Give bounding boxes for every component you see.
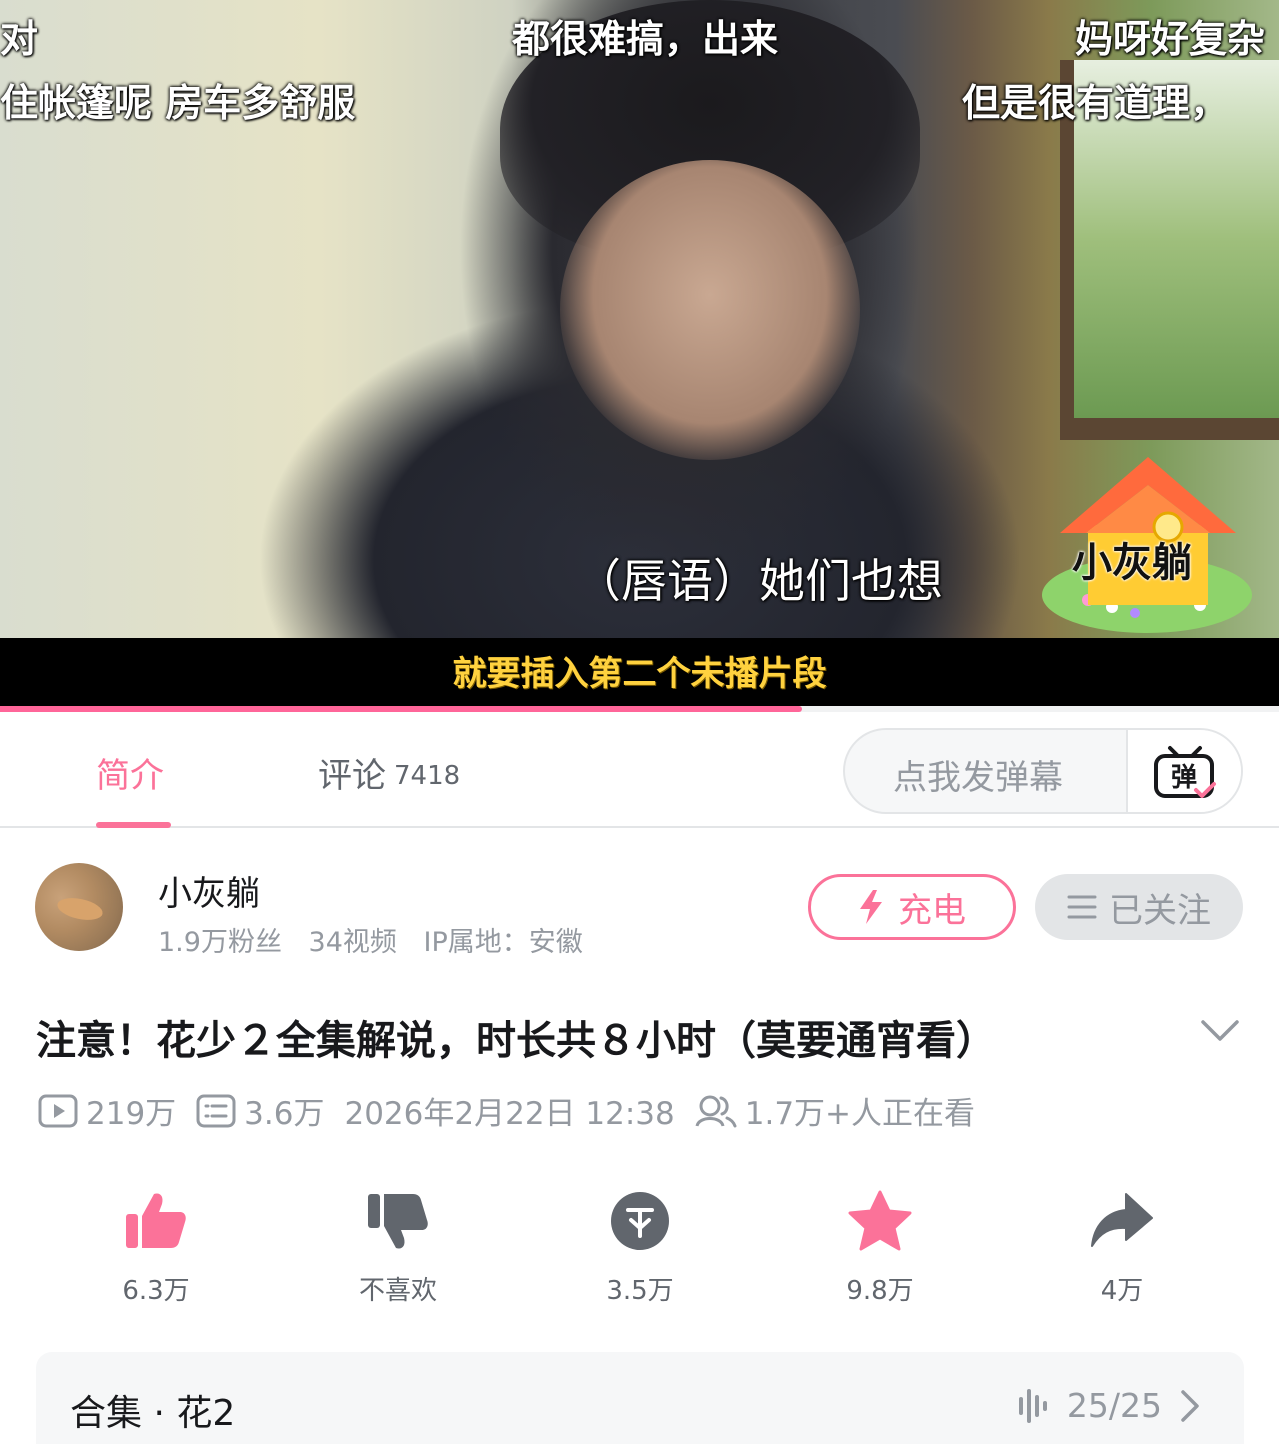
uploader-followers: 1.9万粉丝 — [158, 927, 282, 958]
publish-date-text: 2026年2月22日 12:38 — [344, 1096, 675, 1132]
watermark-text: 小灰躺 — [1072, 540, 1192, 586]
svg-text:弹: 弹 — [1171, 763, 1197, 793]
follow-label: 已关注 — [1109, 890, 1211, 931]
tab-active-indicator — [96, 822, 171, 828]
danmaku-stat: 3.6万 — [196, 1088, 324, 1133]
thumbs-up-icon — [126, 1193, 186, 1248]
views-count: 219万 — [86, 1096, 177, 1132]
video-title: 注意！花少２全集解说，时长共８小时（莫要通宵看） — [36, 1018, 996, 1064]
collection-progress: 25/25 — [1017, 1386, 1200, 1425]
chevron-down-icon[interactable] — [1200, 1018, 1240, 1044]
comments-count: 7418 — [394, 761, 461, 791]
danmaku-comment: 妈呀好复杂 — [1075, 17, 1266, 61]
coin-button[interactable]: 3.5万 — [580, 1190, 700, 1307]
tab-comments-label: 评论 — [318, 756, 386, 796]
charge-button[interactable]: 充电 — [808, 874, 1016, 940]
star-icon — [848, 1190, 912, 1251]
collection-progress-text: 25/25 — [1066, 1386, 1162, 1425]
avatar[interactable] — [35, 863, 123, 951]
uploader-ip: IP属地：安徽 — [423, 927, 583, 958]
danmaku-comment: 但是很有道理， — [962, 81, 1229, 125]
tab-comments[interactable]: 评论 7418 — [318, 748, 460, 797]
tab-intro[interactable]: 简介 — [96, 748, 164, 797]
play-count-icon — [38, 1094, 78, 1127]
video-caption: 就要插入第二个未播片段 — [452, 654, 827, 694]
like-count: 6.3万 — [122, 1276, 190, 1306]
charge-label: 充电 — [898, 890, 966, 931]
danmaku-input-placeholder: 点我发弹幕 — [893, 758, 1063, 798]
danmaku-count-icon — [196, 1094, 236, 1127]
share-button[interactable]: 4万 — [1062, 1190, 1182, 1307]
avatar-cat — [55, 894, 105, 924]
coin-count: 3.5万 — [606, 1276, 674, 1306]
viewers-icon — [695, 1095, 737, 1127]
danmaku-comment: 对 — [0, 17, 39, 61]
share-arrow-icon — [1091, 1193, 1153, 1247]
menu-lines-icon — [1067, 895, 1097, 919]
thumbs-down-icon — [368, 1194, 428, 1249]
danmaku-toggle-icon: 弹 — [1154, 746, 1216, 798]
danmaku-input[interactable]: 点我发弹幕 弹 — [843, 728, 1243, 814]
video-caption-lipread: （唇语）她们也想 — [575, 554, 943, 608]
danmaku-comment: 都很难搞，出来 — [512, 17, 779, 61]
tab-intro-label: 简介 — [96, 756, 164, 796]
share-count: 4万 — [1100, 1276, 1144, 1306]
lightning-icon — [860, 890, 882, 924]
uploader-name[interactable]: 小灰躺 — [158, 866, 260, 915]
video-meta: 219万 3.6万 2026年2月22日 12:38 1.7万+人正在看 — [38, 1088, 995, 1133]
dislike-button[interactable]: 不喜欢 — [338, 1190, 458, 1307]
views-stat: 219万 — [38, 1088, 176, 1133]
collection-card[interactable]: 合集 · 花2 25/25 — [36, 1352, 1244, 1444]
danmaku-toggle-button[interactable]: 弹 — [1126, 730, 1241, 812]
danmaku-comment: 住帐篷呢 房车多舒服 — [0, 81, 356, 125]
uploader-stats: 1.9万粉丝 34视频 IP属地：安徽 — [158, 920, 601, 959]
video-frame-face — [560, 160, 860, 460]
dislike-label: 不喜欢 — [358, 1276, 437, 1306]
audio-bars-icon — [1018, 1388, 1047, 1423]
publish-date: 2026年2月22日 12:38 — [344, 1088, 674, 1133]
watching-stat: 1.7万+人正在看 — [695, 1088, 975, 1133]
follow-button[interactable]: 已关注 — [1035, 874, 1243, 940]
collection-title: 合集 · 花2 — [70, 1393, 236, 1434]
video-player[interactable]: 对 都很难搞，出来 妈呀好复杂 住帐篷呢 房车多舒服 但是很有道理， （唇语）她… — [0, 0, 1279, 712]
coin-icon — [611, 1192, 669, 1250]
favorite-count: 9.8万 — [846, 1276, 914, 1306]
chevron-right-icon — [1181, 1389, 1199, 1422]
uploader-videos: 34视频 — [308, 927, 397, 958]
danmaku-count: 3.6万 — [244, 1096, 325, 1132]
watching-count: 1.7万+人正在看 — [744, 1096, 976, 1132]
like-button[interactable]: 6.3万 — [96, 1190, 216, 1307]
favorite-button[interactable]: 9.8万 — [820, 1190, 940, 1307]
